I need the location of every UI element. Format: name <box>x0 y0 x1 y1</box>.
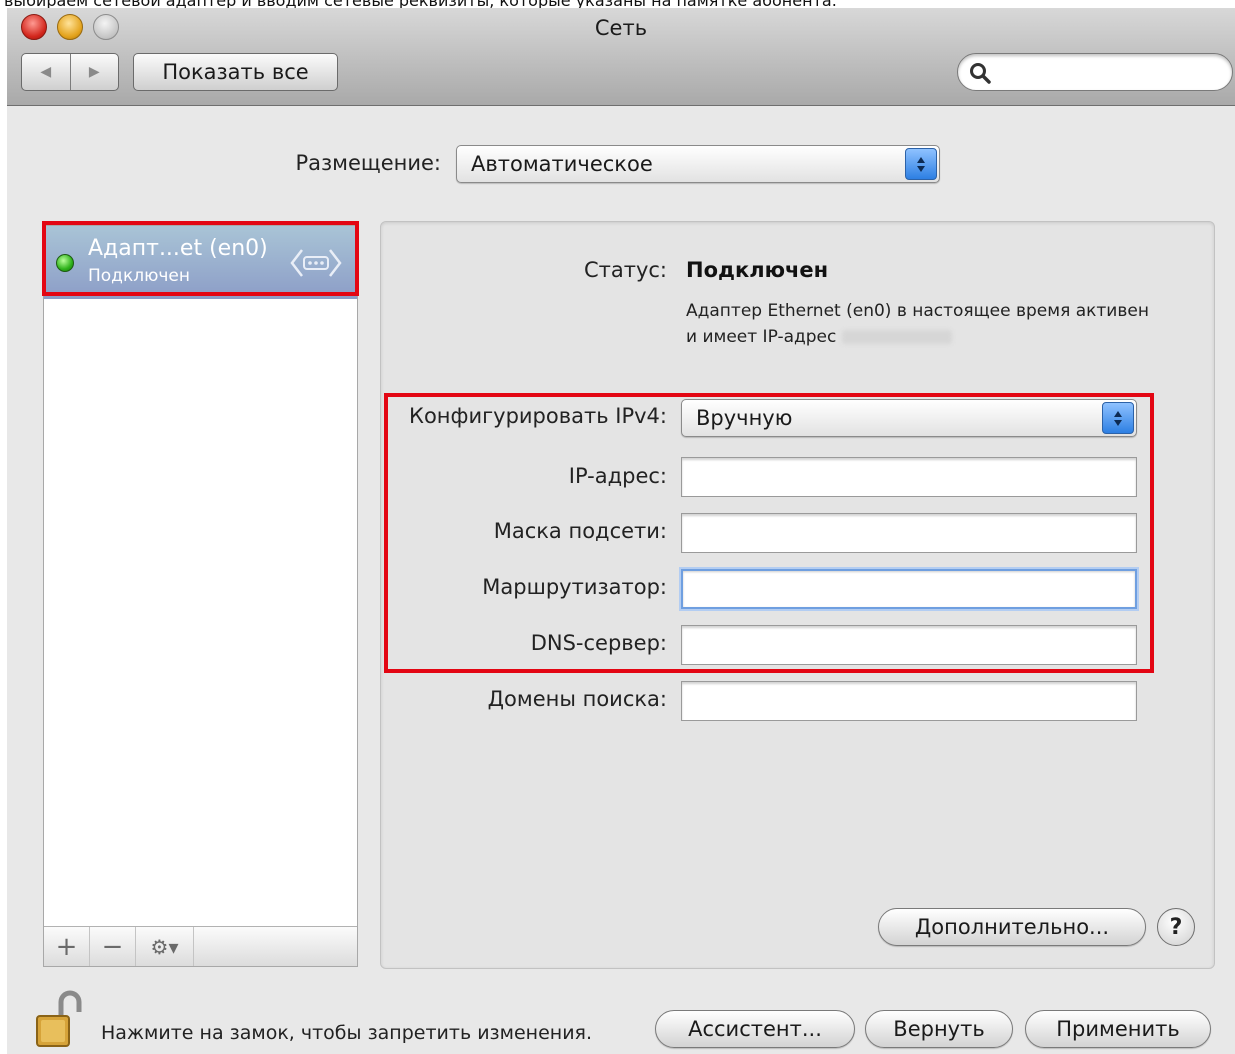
help-icon: ? <box>1169 914 1183 940</box>
configure-popup-stepper-icon <box>1102 402 1134 434</box>
dns-server-label: DNS-сервер: <box>530 631 667 655</box>
toolbar: Сеть ◀ ▶ Показать все <box>7 8 1235 106</box>
status-description: Адаптер Ethernet (en0) в настоящее время… <box>686 298 1156 350</box>
back-forward-control: ◀ ▶ <box>21 53 119 91</box>
interface-item-ethernet[interactable]: Адапт...et (en0) Подключен <box>44 226 357 299</box>
status-label: Статус: <box>583 258 667 282</box>
ip-address-field[interactable] <box>681 457 1137 497</box>
list-toolbar: + − ⚙▾ <box>44 926 357 966</box>
remove-interface-button[interactable]: − <box>90 927 136 966</box>
window-title: Сеть <box>594 16 648 40</box>
dns-server-field[interactable] <box>681 625 1137 665</box>
help-button[interactable]: ? <box>1157 908 1195 946</box>
location-value: Автоматическое <box>471 152 653 176</box>
ip-address-label: IP-адрес: <box>568 464 667 488</box>
interface-name: Адапт...et (en0) <box>88 236 268 261</box>
interface-list: Адапт...et (en0) Подключен + − ⚙▾ <box>43 225 358 967</box>
search-icon <box>970 63 991 84</box>
configure-ipv4-value: Вручную <box>696 406 793 430</box>
lock-icon[interactable] <box>35 990 85 1050</box>
configure-ipv4-popup[interactable]: Вручную <box>681 399 1137 437</box>
status-value: Подключен <box>686 258 829 282</box>
gear-menu-button[interactable]: ⚙▾ <box>136 927 194 966</box>
search-field[interactable] <box>957 53 1233 91</box>
show-all-button[interactable]: Показать все <box>133 53 338 91</box>
forward-button[interactable]: ▶ <box>71 54 119 90</box>
back-arrow-icon: ◀ <box>40 64 52 80</box>
apply-button[interactable]: Применить <box>1025 1010 1211 1048</box>
back-button[interactable]: ◀ <box>22 54 71 90</box>
ip-address-redacted <box>842 330 953 344</box>
location-label: Размещение: <box>295 151 441 175</box>
revert-button[interactable]: Вернуть <box>865 1010 1013 1048</box>
configure-ipv4-label: Конфигурировать IPv4: <box>409 404 667 428</box>
subnet-mask-field[interactable] <box>681 513 1137 553</box>
router-field[interactable] <box>681 569 1137 609</box>
ethernet-icon <box>290 249 342 277</box>
assistant-button[interactable]: Ассистент... <box>655 1010 855 1048</box>
router-label: Маршрутизатор: <box>482 575 667 599</box>
search-input[interactable] <box>998 58 1224 86</box>
search-domains-field[interactable] <box>681 681 1137 721</box>
add-interface-button[interactable]: + <box>44 927 90 966</box>
forward-arrow-icon: ▶ <box>88 64 100 80</box>
location-popup[interactable]: Автоматическое <box>456 145 940 183</box>
subnet-mask-label: Маска подсети: <box>493 519 667 543</box>
network-preferences-window: Сеть ◀ ▶ Показать все Размещение: Автома… <box>7 8 1235 1054</box>
interface-status: Подключен <box>88 266 190 286</box>
lock-hint-text: Нажмите на замок, чтобы запретить измене… <box>101 1022 593 1044</box>
search-domains-label: Домены поиска: <box>487 687 667 711</box>
status-dot-icon <box>56 254 74 272</box>
location-popup-stepper-icon <box>905 148 937 180</box>
advanced-button[interactable]: Дополнительно... <box>878 908 1146 946</box>
